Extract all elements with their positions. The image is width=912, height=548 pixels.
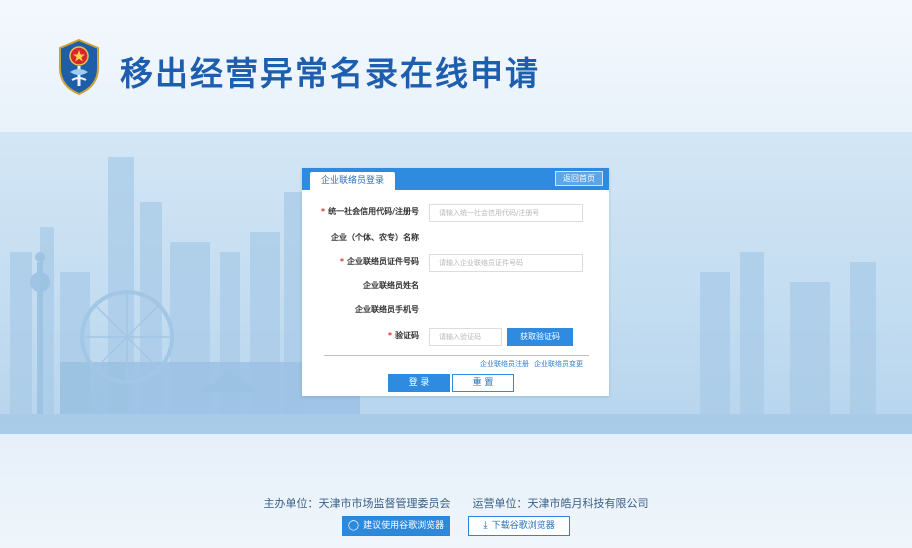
page-header: 移出经营异常名录在线申请 [0,0,912,132]
id-number-input[interactable]: 请输入企业联络员证件号码 [429,254,583,272]
credit-code-label: * 统一社会信用代码/注册号 [320,207,419,216]
form-row-liaison-name: 企业联络员姓名 [302,278,609,296]
emblem-icon [59,38,99,96]
id-number-label: * 企业联络员证件号码 [339,257,419,266]
back-home-button[interactable]: 返回首页 [555,171,603,186]
login-button[interactable]: 登 录 [388,374,450,392]
company-name-label: 企业（个体、农专）名称 [331,233,419,242]
footer-info: 主办单位：天津市市场监督管理委员会 运营单位：天津市皓月科技有限公司 [0,495,912,511]
required-mark: * [387,331,392,340]
get-captcha-button[interactable]: 获取验证码 [507,328,573,346]
credit-code-input[interactable]: 请输入统一社会信用代码/注册号 [429,204,583,222]
login-panel: 企业联络员登录 返回首页 * 统一社会信用代码/注册号 请输入统一社会信用代码/注… [302,168,609,396]
form-row-id-number: * 企业联络员证件号码 请输入企业联络员证件号码 [302,254,609,272]
download-icon: ⤓ [483,520,488,531]
browser-tip-button[interactable]: ◯ 建议使用谷歌浏览器 [342,516,450,536]
change-link[interactable]: 企业联络员变更 [534,360,583,368]
form-divider [324,355,589,356]
login-panel-header: 企业联络员登录 返回首页 [302,168,609,190]
page-footer [0,434,912,548]
form-row-credit-code: * 统一社会信用代码/注册号 请输入统一社会信用代码/注册号 [302,204,609,222]
required-mark: * [339,257,344,266]
operator-text: 运营单位：天津市皓月科技有限公司 [472,497,649,510]
reset-button[interactable]: 重 置 [452,374,514,392]
liaison-name-label: 企业联络员姓名 [363,281,419,290]
form-row-captcha: * 验证码 请输入验证码 获取验证码 [302,328,609,346]
captcha-label: * 验证码 [387,331,419,340]
liaison-phone-label: 企业联络员手机号 [355,305,419,314]
sponsor-text: 主办单位：天津市市场监督管理委员会 [263,497,451,510]
tab-liaison-login[interactable]: 企业联络员登录 [310,172,395,190]
account-links: 企业联络员注册 企业联络员变更 [480,359,583,369]
browser-tip-label: 建议使用谷歌浏览器 [363,521,445,531]
download-browser-label: 下载谷歌浏览器 [491,521,555,531]
register-link[interactable]: 企业联络员注册 [480,360,529,368]
page-title: 移出经营异常名录在线申请 [120,54,540,93]
captcha-input[interactable]: 请输入验证码 [429,328,502,346]
banner-divider [0,424,912,434]
download-browser-button[interactable]: ⤓ 下载谷歌浏览器 [468,516,570,536]
form-row-company-name: 企业（个体、农专）名称 [302,230,609,248]
form-row-liaison-phone: 企业联络员手机号 [302,302,609,320]
required-mark: * [320,207,326,216]
lightbulb-icon: ◯ [347,520,360,531]
